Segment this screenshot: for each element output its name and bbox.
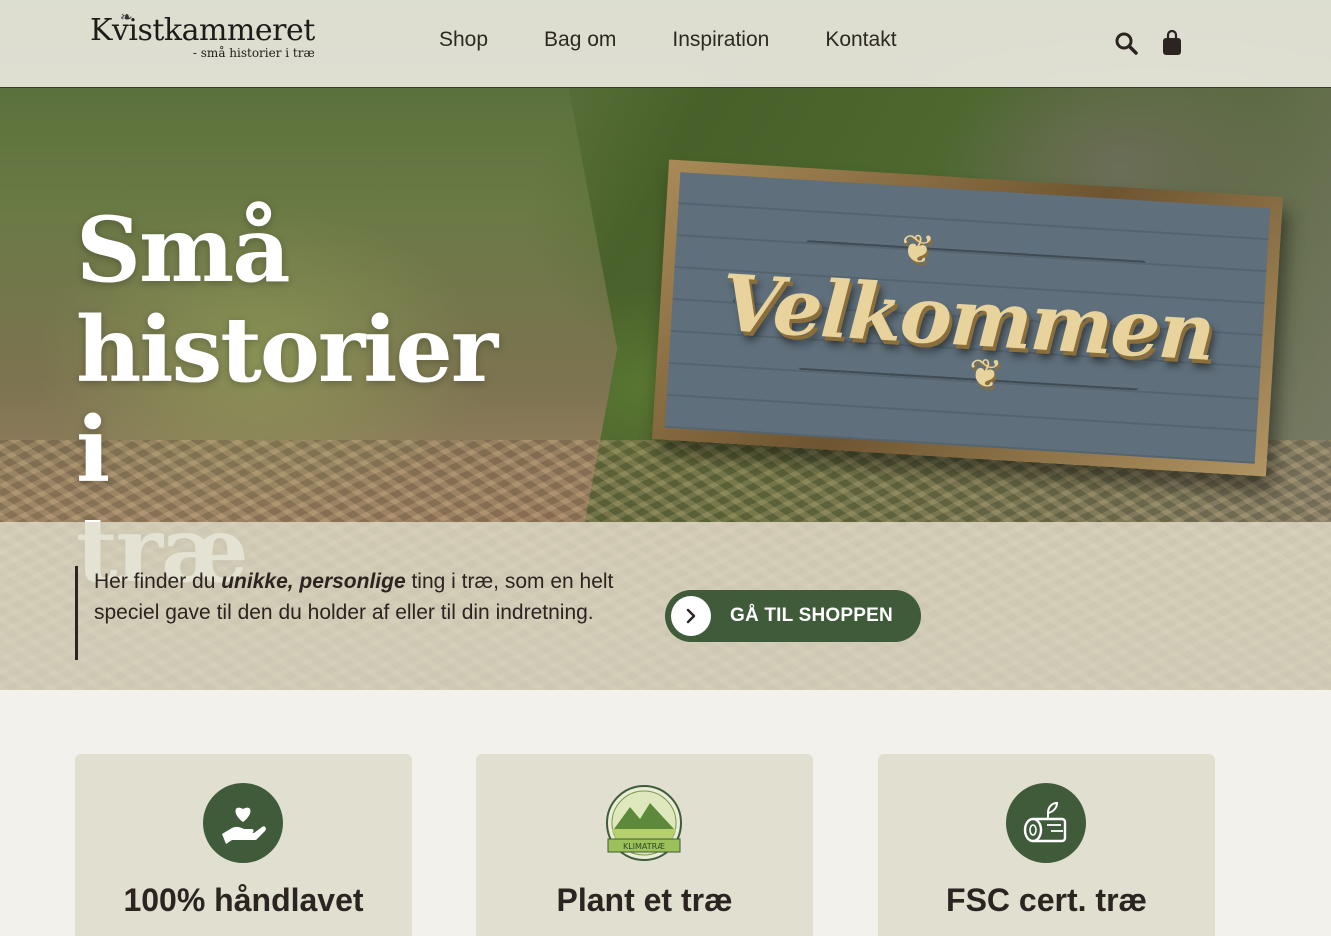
feature-title: 100% håndlavet [123,882,364,918]
header-actions [1114,30,1184,56]
feature-title: FSC cert. træ [946,882,1147,918]
go-to-shop-label: GÅ TIL SHOPPEN [730,605,893,626]
search-icon[interactable] [1114,30,1138,56]
go-to-shop-button[interactable]: GÅ TIL SHOPPEN [665,590,921,642]
hero-title-line: historier i [76,297,498,503]
leaf-logo-icon: ❧ [120,9,133,26]
klimatrae-label: KLIMATRÆ [623,842,665,851]
intro-band: Her finder du unikke, personlige ting i … [0,522,1331,690]
hero-title-line: Små [76,197,291,303]
intro-text-start: Her finder du [94,570,222,593]
welcome-sign-image: ❦ ❦ Velkommen [652,159,1283,477]
intro-text: Her finder du unikke, personlige ting i … [75,566,615,660]
klimatrae-badge-icon: KLIMATRÆ [604,783,684,863]
log-icon [1006,783,1086,863]
nav-item-bag-om[interactable]: Bag om [544,28,616,52]
feature-card-fsc: FSC cert. træ [878,754,1215,936]
features-section: 100% håndlavet KLIMATRÆ Plant et træ FSC… [75,754,1215,936]
feature-card-plant-tree: KLIMATRÆ Plant et træ [476,754,813,936]
leaf-icon: ❦ [899,226,936,273]
main-nav: Shop Bag om Inspiration Kontakt [439,28,897,52]
nav-item-inspiration[interactable]: Inspiration [672,28,769,52]
site-logo[interactable]: ❧ Kvistkammeret - små historier i træ [90,9,315,60]
nav-item-shop[interactable]: Shop [439,28,488,52]
feature-title: Plant et træ [556,882,733,918]
nav-item-kontakt[interactable]: Kontakt [825,28,896,52]
site-header: ❧ Kvistkammeret - små historier i træ Sh… [0,0,1331,88]
intro-emphasis: unikke, personlige [221,570,406,593]
logo-tagline: - små historier i træ [192,46,315,60]
chevron-right-icon [671,596,711,636]
shopping-bag-icon[interactable] [1160,30,1184,56]
feature-card-handmade: 100% håndlavet [75,754,412,936]
heart-hand-icon [203,783,283,863]
